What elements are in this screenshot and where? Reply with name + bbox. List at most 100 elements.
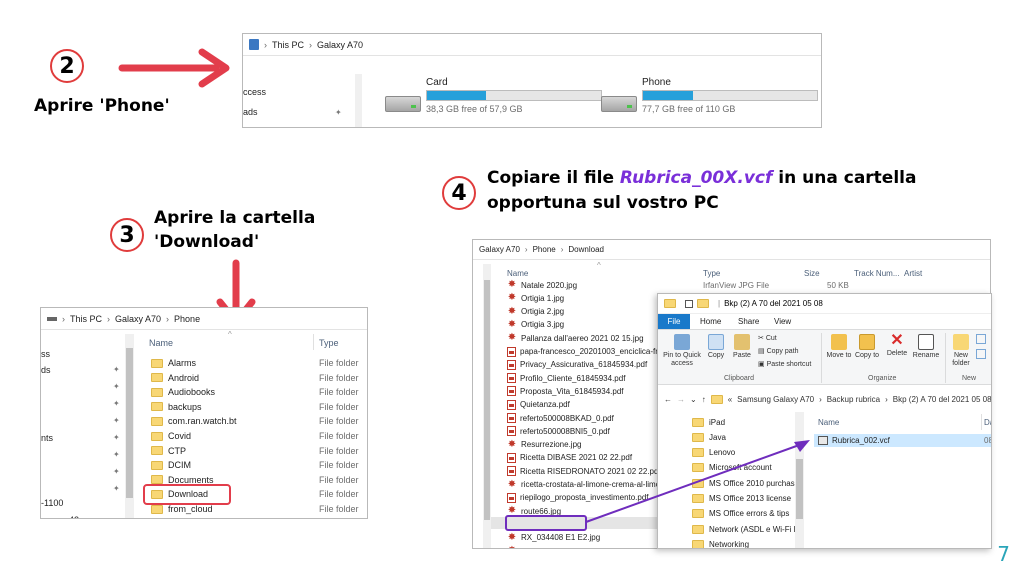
new-folder-icon[interactable]: [697, 299, 709, 308]
nav-scrollbar-thumb[interactable]: [126, 348, 133, 498]
column-header-date[interactable]: Da: [984, 418, 991, 427]
column-header-name[interactable]: Name: [507, 269, 528, 278]
breadcrumb-this-pc[interactable]: This PC: [70, 314, 102, 324]
folder-row[interactable]: CTP: [151, 444, 186, 458]
file-row[interactable]: ✸ RX_034408 E1 E2.jpg: [507, 532, 600, 544]
nav-item-quick-access[interactable]: ccess: [243, 87, 266, 97]
column-header-size[interactable]: Size: [804, 269, 820, 278]
copy-button[interactable]: Copy: [705, 334, 727, 360]
delete-button[interactable]: ✕ Delete: [884, 332, 910, 358]
file-row[interactable]: ✸ Natale 2020.jpg: [507, 279, 577, 291]
folder-type: File folder: [319, 431, 359, 441]
file-name: Privacy_Assicurativa_61845934.pdf: [520, 360, 648, 370]
pin-quick-access-button[interactable]: Pin to Quick access: [661, 334, 703, 368]
tab-share[interactable]: Share: [738, 317, 759, 326]
folder-row[interactable]: Audiobooks: [151, 385, 215, 399]
pdf-file-icon: [507, 492, 516, 503]
folder-name: Android: [168, 372, 200, 383]
breadcrumb-galaxy-a70[interactable]: Galaxy A70: [479, 245, 520, 254]
nav-fragment-3[interactable]: nts: [41, 433, 53, 443]
nav-fragment-2[interactable]: ds: [41, 365, 51, 375]
copy-path-button[interactable]: ▤ Copy path: [758, 347, 798, 355]
breadcrumb-galaxy-a70[interactable]: Galaxy A70: [317, 40, 363, 50]
folder-type: File folder: [319, 489, 359, 500]
drive-card[interactable]: Card 38,3 GB free of 57,9 GB: [426, 77, 602, 114]
nav-item-downloads[interactable]: ads: [243, 107, 258, 117]
file-row[interactable]: papa-francesco_20201003_enciclica-frate: [507, 346, 669, 358]
breadcrumb-download[interactable]: Download: [568, 245, 604, 254]
breadcrumb-backup-rubrica[interactable]: Backup rubrica: [827, 395, 880, 404]
file-row[interactable]: ✸ Resurrezione.jpg: [507, 439, 582, 451]
file-row[interactable]: Proposta_Vita_61845934.pdf: [507, 385, 624, 397]
step-4-instruction-line2: opportuna sul vostro PC: [487, 193, 719, 213]
breadcrumb-samsung-galaxy[interactable]: Samsung Galaxy A70: [737, 395, 814, 404]
file-row[interactable]: ✸ Ortigia 2.jpg: [507, 306, 564, 318]
ribbon: Pin to Quick access Copy Paste ✂ Cut ▤ C…: [658, 329, 991, 385]
drive-phone[interactable]: Phone 77,7 GB free of 110 GB: [642, 77, 818, 114]
breadcrumb-this-pc[interactable]: This PC: [272, 40, 304, 50]
group-new: New: [962, 375, 977, 382]
file-row[interactable]: ✸ SSily.jpg: [507, 545, 552, 549]
folder-row[interactable]: Covid: [151, 429, 191, 443]
file-row[interactable]: Quietanza.pdf: [507, 399, 570, 411]
file-name: Ortigia 2.jpg: [521, 307, 565, 317]
folder-row[interactable]: Alarms: [151, 356, 196, 370]
column-header-name[interactable]: Name: [149, 338, 173, 348]
folder-row[interactable]: com.ran.watch.bt: [151, 414, 237, 428]
tab-view[interactable]: View: [774, 317, 791, 326]
column-header-artist[interactable]: Artist: [904, 269, 922, 278]
step-4-instruction-line1: Copiare il file Rubrica_00X.vcf in una c…: [487, 167, 916, 189]
folder-row[interactable]: Android: [151, 371, 199, 385]
file-row[interactable]: Profilo_Cliente_61845934.pdf: [507, 372, 625, 384]
pin-icon: ✦: [113, 433, 120, 442]
step-4-text-suffix: in una cartella: [772, 168, 917, 188]
easy-access-icon[interactable]: [976, 349, 986, 359]
breadcrumb-phone[interactable]: Phone: [174, 314, 200, 324]
file-row[interactable]: ✸ Pallanza dall'aereo 2021 02 15.jpg: [507, 332, 644, 344]
folder-row[interactable]: DCIM: [151, 458, 191, 472]
this-pc-window: › This PC › Galaxy A70 ccess ads ✦ Card …: [242, 33, 822, 128]
nav-folder-item[interactable]: Networking: [692, 537, 749, 548]
dest-file-name: Rubrica_002.vcf: [832, 436, 890, 445]
nav-fragment-5[interactable]: 42: [69, 515, 79, 518]
tab-home[interactable]: Home: [700, 317, 721, 326]
step-3-instruction-line1: Aprire la cartella: [154, 208, 316, 228]
copy-to-button[interactable]: Copy to: [854, 334, 880, 360]
nav-scrollbar-thumb[interactable]: [484, 280, 490, 520]
recent-dropdown-icon[interactable]: ⌄: [690, 395, 697, 404]
column-header-name[interactable]: Name: [818, 418, 839, 427]
new-folder-button[interactable]: New folder: [948, 334, 974, 368]
nav-fragment-4[interactable]: -1100: [41, 498, 63, 508]
file-row[interactable]: ✸ Ortigia 3.jpg: [507, 319, 564, 331]
file-row[interactable]: referto500008BKAD_0.pdf: [507, 412, 614, 424]
qat-check-icon[interactable]: [685, 299, 693, 308]
back-arrow-icon[interactable]: ←: [664, 395, 672, 404]
paste-shortcut-button[interactable]: ▣ Paste shortcut: [758, 360, 811, 368]
forward-arrow-icon[interactable]: →: [677, 395, 685, 404]
up-arrow-icon[interactable]: ↑: [702, 395, 706, 404]
tab-file[interactable]: File: [658, 314, 690, 329]
file-row[interactable]: Privacy_Assicurativa_61845934.pdf: [507, 359, 647, 371]
breadcrumb-galaxy-a70[interactable]: Galaxy A70: [115, 314, 161, 324]
nav-fragment-1[interactable]: ss: [41, 349, 50, 359]
folder-row[interactable]: backups: [151, 400, 202, 414]
column-header-type[interactable]: Type: [703, 269, 720, 278]
breadcrumb-bkp[interactable]: Bkp (2) A 70 del 2021 05 08: [893, 395, 991, 404]
breadcrumb-phone[interactable]: Phone: [533, 245, 556, 254]
nav-scrollbar[interactable]: [355, 74, 362, 127]
file-row[interactable]: ✸ Ortigia 1.jpg: [507, 292, 564, 304]
file-name: Pallanza dall'aereo 2021 02 15.jpg: [521, 333, 644, 343]
column-header-type[interactable]: Type: [319, 338, 339, 348]
new-item-icon[interactable]: [976, 334, 986, 344]
folder-icon: [692, 417, 704, 427]
sort-chevron-icon: ^: [228, 330, 232, 339]
cut-button[interactable]: ✂ Cut: [758, 334, 777, 342]
paste-button[interactable]: Paste: [731, 334, 753, 360]
column-header-track[interactable]: Track Num...: [854, 269, 899, 278]
rename-button[interactable]: Rename: [912, 334, 940, 360]
pdf-file-icon: [507, 426, 516, 437]
move-to-button[interactable]: Move to: [826, 334, 852, 360]
dest-file-row[interactable]: Rubrica_002.vcf: [814, 434, 991, 447]
nav-folder-item[interactable]: iPad: [692, 415, 725, 429]
step-3-instruction-line2: 'Download': [154, 232, 260, 252]
